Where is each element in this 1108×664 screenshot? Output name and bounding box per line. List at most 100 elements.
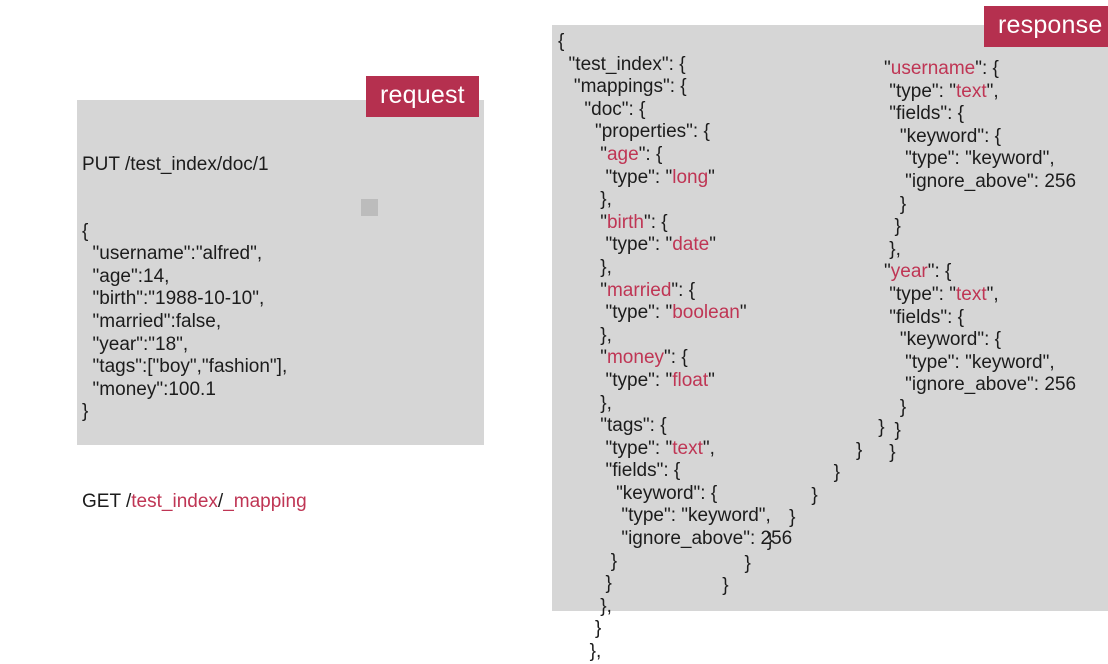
request-body-line: "birth":"1988-10-10", [82, 288, 265, 310]
plain-token: "keyword": { [558, 482, 718, 504]
request-body-line: "username":"alfred", [82, 243, 263, 265]
highlighted-token: married [606, 279, 672, 301]
response-line: "properties": { [558, 121, 792, 144]
plain-token: " [884, 261, 891, 283]
response-line: "type": "keyword", [884, 148, 1076, 171]
response-line: "username": { [884, 58, 1076, 81]
plain-token: "type": " [558, 166, 673, 188]
highlighted-token: username [890, 58, 976, 79]
response-line: "type": "float" [558, 370, 792, 393]
plain-token: } [558, 573, 612, 595]
closing-brace-line: } [802, 462, 841, 484]
closing-brace-line: } [819, 439, 863, 461]
response-line: }, [558, 325, 792, 348]
plain-token: " [558, 279, 607, 301]
plain-token: }, [558, 256, 612, 278]
plain-token: "type": "keyword", [884, 148, 1055, 170]
request-body-line: } [82, 401, 89, 423]
plain-token: "type": " [558, 302, 673, 324]
plain-token: ": { [927, 261, 952, 283]
response-line: "year": { [884, 261, 1076, 284]
response-line: "fields": { [884, 103, 1076, 126]
plain-token: ": { [638, 143, 663, 165]
plain-token: "keyword": { [884, 329, 1001, 351]
plain-token: } [884, 419, 901, 441]
response-line: }, [558, 393, 792, 416]
closing-brace-line: } [717, 575, 729, 597]
response-line: "fields": { [558, 460, 792, 483]
highlighted-token: boolean [672, 302, 740, 324]
plain-token: } [884, 216, 901, 238]
request-body-line: "year":"18", [82, 333, 189, 355]
response-line: }, [558, 257, 792, 280]
plain-token: ": { [643, 211, 668, 233]
plain-token: }, [884, 238, 901, 260]
plain-token: }, [558, 189, 612, 211]
plain-token: }, [558, 595, 612, 617]
response-line: { [558, 31, 792, 54]
request-body-line [82, 424, 307, 447]
plain-token: "type": "keyword", [884, 351, 1055, 373]
plain-token: "fields": { [884, 103, 965, 125]
plain-token: "doc": { [558, 98, 646, 120]
highlighted-token: long [672, 166, 709, 188]
highlighted-token: year [890, 261, 928, 283]
response-closing-braces: } } } } } } } } [722, 417, 884, 598]
response-right-column: "username": { "type": "text", "fields": … [884, 58, 1076, 465]
highlighted-token: money [606, 347, 665, 369]
plain-token: "fields": { [884, 306, 965, 328]
highlighted-token: birth [606, 211, 644, 233]
plain-token: "test_index": { [558, 53, 686, 75]
plain-token: ": { [671, 279, 696, 301]
response-line: "type": "text", [558, 438, 792, 461]
request-body: { "username":"alfred", "age":14, "birth"… [82, 221, 307, 447]
response-line: "type": "keyword", [884, 352, 1076, 375]
response-line: "ignore_above": 256 [884, 374, 1076, 397]
plain-token: "type": " [558, 234, 673, 256]
plain-token: "ignore_above": 256 [884, 170, 1077, 192]
get-index-name: test_index [131, 490, 218, 512]
request-method-line: PUT /test_index/doc/1 [82, 154, 307, 177]
highlighted-token: text [955, 283, 987, 305]
request-code-block: PUT /test_index/doc/1 { "username":"alfr… [82, 110, 307, 535]
plain-token: ": { [664, 347, 688, 369]
response-line: }, [558, 596, 792, 619]
response-line: "keyword": { [558, 483, 792, 506]
plain-token: }, [558, 324, 612, 346]
response-line: "keyword": { [884, 126, 1076, 149]
response-line: "birth": { [558, 212, 792, 235]
plain-token: " [558, 211, 607, 233]
response-line: } [884, 397, 1076, 420]
plain-token: " [558, 347, 607, 369]
plain-token: ": { [975, 58, 999, 79]
response-line: "doc": { [558, 99, 792, 122]
response-line: } [884, 442, 1076, 465]
response-line: "married": { [558, 280, 792, 303]
response-line: "type": "text", [884, 81, 1076, 104]
gray-square-artifact [361, 199, 378, 216]
request-body-line: "age":14, [82, 265, 170, 287]
request-badge: request [366, 76, 479, 117]
request-body-line: { [82, 220, 89, 242]
get-slash-1: / [120, 490, 132, 512]
closing-brace-line: } [751, 529, 774, 551]
plain-token: "type": " [884, 283, 956, 305]
plain-token: } [884, 193, 907, 215]
request-get-line: GET /test_index/_mapping [82, 491, 307, 514]
response-line: "type": "date" [558, 234, 792, 257]
plain-token: ", [702, 437, 715, 459]
response-line: "test_index": { [558, 54, 792, 77]
response-line: "type": "long" [558, 167, 792, 190]
request-body-line: "married":false, [82, 310, 222, 332]
closing-brace-line: } [785, 484, 818, 506]
response-line: } [884, 194, 1076, 217]
response-line: "type": "text", [884, 284, 1076, 307]
request-method: PUT [82, 154, 120, 175]
highlighted-token: text [672, 437, 703, 459]
response-line: "tags": { [558, 415, 792, 438]
plain-token: "properties": { [558, 121, 710, 143]
plain-token: " [708, 369, 715, 391]
response-line: "money": { [558, 347, 792, 370]
plain-token: } [884, 442, 896, 464]
plain-token: " [884, 58, 891, 79]
